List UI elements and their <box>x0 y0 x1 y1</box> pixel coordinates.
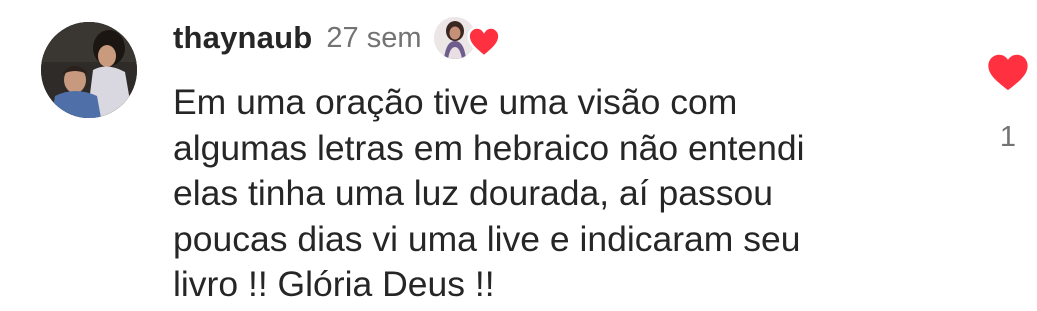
like-count[interactable]: 1 <box>978 121 1037 154</box>
username-link[interactable]: thaynaub <box>173 20 312 56</box>
comment-header: thaynaub 27 sem <box>173 14 506 62</box>
timestamp: 27 sem <box>326 21 422 54</box>
avatar[interactable] <box>41 22 137 118</box>
avatar-photo <box>41 22 137 118</box>
comment: thaynaub 27 sem Em uma oração tive uma v… <box>0 0 1037 311</box>
heart-icon[interactable] <box>986 52 1030 92</box>
comment-text: Em uma oração tive uma visão com algumas… <box>173 82 805 304</box>
creator-like-indicator <box>433 15 506 61</box>
heart-icon <box>467 26 500 57</box>
like-section: 1 <box>978 52 1037 154</box>
